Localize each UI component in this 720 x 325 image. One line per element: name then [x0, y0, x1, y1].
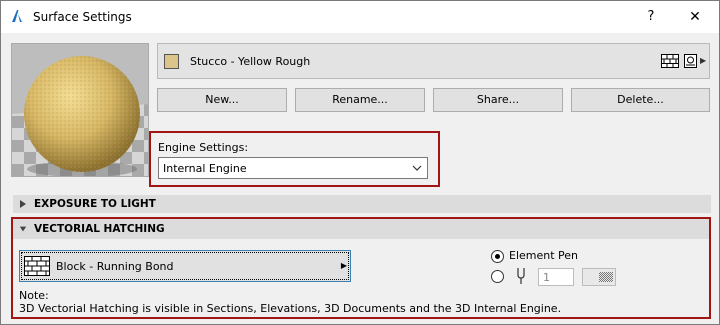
new-button[interactable]: New... [157, 88, 287, 112]
engine-selected-value: Internal Engine [163, 162, 247, 175]
material-name: Stucco - Yellow Rough [190, 55, 311, 68]
engine-settings-label: Engine Settings: [158, 141, 249, 154]
chevron-down-icon [412, 165, 422, 171]
engine-settings-group: Engine Settings: Internal Engine [149, 131, 440, 187]
radio-selected-dot [495, 254, 500, 259]
pen-icon [517, 268, 525, 284]
preview-sphere-image [12, 44, 148, 176]
rename-button[interactable]: Rename... [295, 88, 425, 112]
brick-hatch-icon [661, 54, 679, 68]
pen-number-value: 1 [543, 271, 550, 284]
running-bond-hatch-icon [24, 256, 50, 276]
window-title: Surface Settings [33, 10, 132, 24]
element-pen-radio[interactable] [491, 250, 504, 263]
help-button[interactable]: ? [637, 7, 665, 27]
section-title: VECTORIAL HATCHING [34, 223, 165, 235]
note-text: 3D Vectorial Hatching is visible in Sect… [19, 302, 562, 315]
section-title: EXPOSURE TO LIGHT [34, 198, 156, 210]
pen-number-input[interactable]: 1 [538, 268, 574, 286]
vectorial-hatching-panel: VECTORIAL HATCHING Block - Running Bond [11, 217, 711, 319]
pen-color-swatch[interactable] [582, 268, 616, 286]
hatch-pattern-name: Block - Running Bond [56, 260, 174, 273]
expand-triangle-icon [20, 200, 26, 208]
custom-pen-radio[interactable] [491, 270, 504, 283]
note-label: Note: [19, 289, 49, 302]
hatch-pattern-selector[interactable]: Block - Running Bond ▶ [19, 250, 351, 282]
engine-select[interactable]: Internal Engine [158, 157, 428, 179]
surface-settings-dialog: Surface Settings ? ✕ Stucco - Yellow Rou… [0, 0, 720, 325]
expand-arrow-icon: ▶ [340, 261, 347, 270]
archicad-app-icon [12, 10, 22, 22]
exposure-to-light-header[interactable]: EXPOSURE TO LIGHT [13, 195, 711, 213]
vectorial-hatching-header[interactable]: VECTORIAL HATCHING [13, 219, 709, 239]
texture-preview-icon [684, 54, 697, 68]
delete-button[interactable]: Delete... [571, 88, 710, 112]
close-button[interactable]: ✕ [681, 7, 709, 27]
collapse-triangle-icon [19, 226, 27, 232]
material-selector[interactable]: Stucco - Yellow Rough ▶ [157, 43, 710, 79]
material-preview [11, 43, 149, 177]
title-bar: Surface Settings ? ✕ [1, 1, 719, 33]
share-button[interactable]: Share... [433, 88, 563, 112]
expand-arrow-icon[interactable]: ▶ [700, 56, 706, 65]
element-pen-label: Element Pen [509, 249, 579, 262]
material-color-swatch [164, 54, 179, 69]
